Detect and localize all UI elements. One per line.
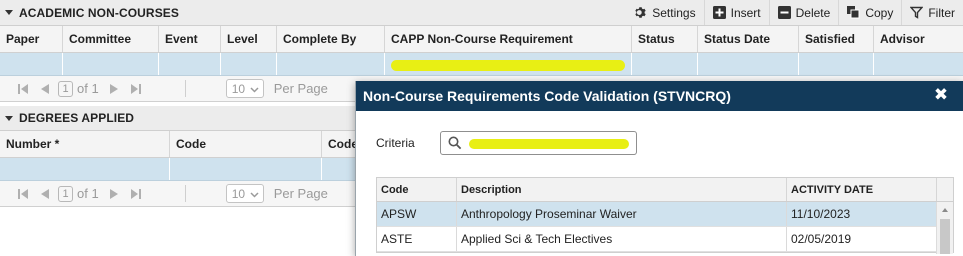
section-toggle[interactable]: DEGREES APPLIED [0,111,134,125]
grid-header: Paper Committee Event Level Complete By … [0,26,963,53]
minus-square-icon [777,6,791,19]
column-header-level[interactable]: Level [221,26,277,52]
first-page-icon[interactable] [14,186,32,202]
column-header-status[interactable]: Status [632,26,698,52]
delete-label: Delete [795,5,831,20]
column-header-code[interactable]: Code [170,131,322,157]
column-header-number[interactable]: Number * [0,131,170,157]
column-header-activity-date[interactable]: ACTIVITY DATE [787,178,937,201]
next-page-icon[interactable] [105,186,123,202]
row-activity-date: 02/05/2019 [791,232,852,246]
last-page-icon[interactable] [127,186,145,202]
column-header-description[interactable]: Description [457,178,787,201]
plus-square-icon [712,6,726,19]
first-page-icon[interactable] [14,81,32,97]
delete-button[interactable]: Delete [768,0,839,25]
collapse-triangle-icon[interactable] [5,10,13,15]
cell-status[interactable] [632,53,698,75]
column-header-code[interactable]: Code [377,178,457,201]
last-page-icon[interactable] [127,81,145,97]
page-size-select[interactable]: 10 [225,184,264,203]
per-page-label: Per Page [273,186,328,201]
page-size-value: 10 [231,186,246,201]
gear-icon [634,6,647,19]
column-header-spacer [937,178,953,201]
redaction-highlight [391,60,625,71]
previous-page-icon[interactable] [36,186,54,202]
filter-button[interactable]: Filter [901,0,963,25]
cell-complete-by[interactable] [277,53,385,75]
chevron-down-icon [250,187,259,201]
insert-label: Insert [730,5,761,20]
vertical-scrollbar[interactable] [936,202,953,254]
column-header-capp-requirement[interactable]: CAPP Non-Course Requirement [385,26,632,52]
code-table: Code Description ACTIVITY DATE APSW Anth… [376,177,954,254]
code-validation-dialog: Non-Course Requirements Code Validation … [355,81,963,256]
row-code: APSW [377,202,457,226]
section-title: DEGREES APPLIED [19,111,135,125]
table-row[interactable]: ASTE Applied Sci & Tech Electives 02/05/… [377,227,953,252]
scrollbar-thumb[interactable] [940,219,950,254]
criteria-search-input[interactable] [440,131,637,155]
cell-status-date[interactable] [698,53,799,75]
pager-divider [184,185,186,202]
page-size-value: 10 [231,81,246,96]
cell-event[interactable] [159,53,221,75]
row-description: Applied Sci & Tech Electives [457,227,787,251]
collapse-triangle-icon[interactable] [5,115,13,121]
column-header-committee[interactable]: Committee [63,26,159,52]
search-icon [448,136,462,153]
code-table-header: Code Description ACTIVITY DATE [377,178,953,202]
cell-code[interactable] [170,158,322,180]
panel-header: ACADEMIC NON-COURSES Settings Insert Del… [0,0,963,26]
row-activity-date: 11/10/2023 [791,207,851,221]
copy-icon [847,6,860,19]
table-row[interactable]: APSW Anthropology Proseminar Waiver 11/1… [377,202,953,227]
insert-button[interactable]: Insert [703,0,769,25]
cell-number[interactable] [0,158,170,180]
column-header-status-date[interactable]: Status Date [698,26,799,52]
row-description: Anthropology Proseminar Waiver [457,202,787,226]
settings-button[interactable]: Settings [626,0,703,25]
cell-paper[interactable] [0,53,63,75]
page-number-input[interactable]: 1 [58,80,73,97]
toolbar: Settings Insert Delete Copy Filter [626,0,963,25]
column-header-paper[interactable]: Paper [0,26,63,52]
next-page-icon[interactable] [105,81,123,97]
page-count: of 1 [77,81,99,96]
section-toggle[interactable]: ACADEMIC NON-COURSES [0,6,179,20]
column-header-complete-by[interactable]: Complete By [277,26,385,52]
redaction-highlight [469,139,629,149]
cell-advisor[interactable] [874,53,963,75]
cell-satisfied[interactable] [799,53,874,75]
page-number-input[interactable]: 1 [58,185,73,202]
per-page-label: Per Page [273,81,328,96]
settings-label: Settings [652,5,696,20]
filter-icon [910,6,924,19]
copy-label: Copy [865,5,894,20]
chevron-down-icon [250,82,259,96]
pager-divider [184,80,186,97]
column-header-satisfied[interactable]: Satisfied [799,26,874,52]
table-row[interactable] [0,53,963,76]
cell-level[interactable] [221,53,277,75]
row-code: ASTE [377,227,457,251]
scroll-up-icon[interactable] [942,208,948,212]
copy-button[interactable]: Copy [838,0,901,25]
filter-label: Filter [928,5,955,20]
column-header-advisor[interactable]: Advisor [874,26,963,52]
section-title: ACADEMIC NON-COURSES [19,5,180,20]
close-icon[interactable]: ✖ [933,86,949,103]
column-header-event[interactable]: Event [159,26,221,52]
page-size-select[interactable]: 10 [225,79,264,98]
dialog-header: Non-Course Requirements Code Validation … [356,81,963,111]
cell-committee[interactable] [63,53,159,75]
dialog-title: Non-Course Requirements Code Validation … [363,88,731,104]
previous-page-icon[interactable] [36,81,54,97]
cell-capp-requirement[interactable] [385,53,632,75]
page-count: of 1 [77,186,99,201]
criteria-label: Criteria [376,136,415,150]
